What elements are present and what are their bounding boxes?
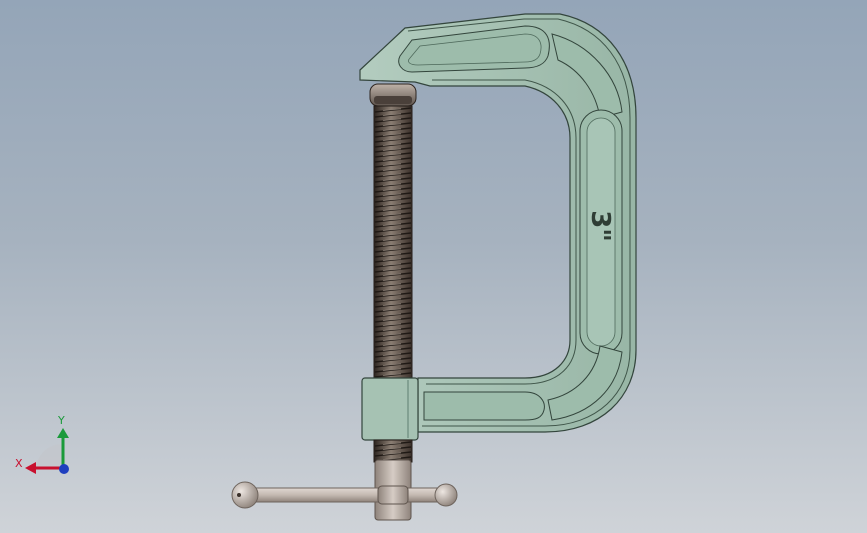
c-clamp-model[interactable]: 3"	[0, 0, 867, 533]
triad-x-arrow	[25, 462, 36, 474]
triad-y-label: Y	[58, 414, 65, 427]
t-handle-collar	[377, 485, 409, 505]
view-orientation-triad[interactable]	[25, 428, 69, 474]
frame-size-marking: 3"	[585, 210, 615, 242]
t-handle-bar[interactable]	[247, 487, 449, 503]
frame-bottom-slot	[423, 391, 545, 421]
t-handle-left-ball-mark	[237, 493, 241, 497]
t-handle-right-ball[interactable]	[434, 483, 458, 507]
triad-shading	[36, 444, 62, 470]
swivel-pad-ring	[374, 96, 412, 104]
triad-x-label: X	[15, 457, 23, 470]
t-handle-left-ball[interactable]	[231, 481, 259, 509]
triad-z-axis	[59, 464, 69, 474]
model-viewport[interactable]: 3" X Y	[0, 0, 867, 533]
triad-y-arrow	[57, 428, 69, 438]
frame-boss[interactable]	[361, 377, 419, 441]
frame-edge-line-inner	[426, 79, 577, 385]
